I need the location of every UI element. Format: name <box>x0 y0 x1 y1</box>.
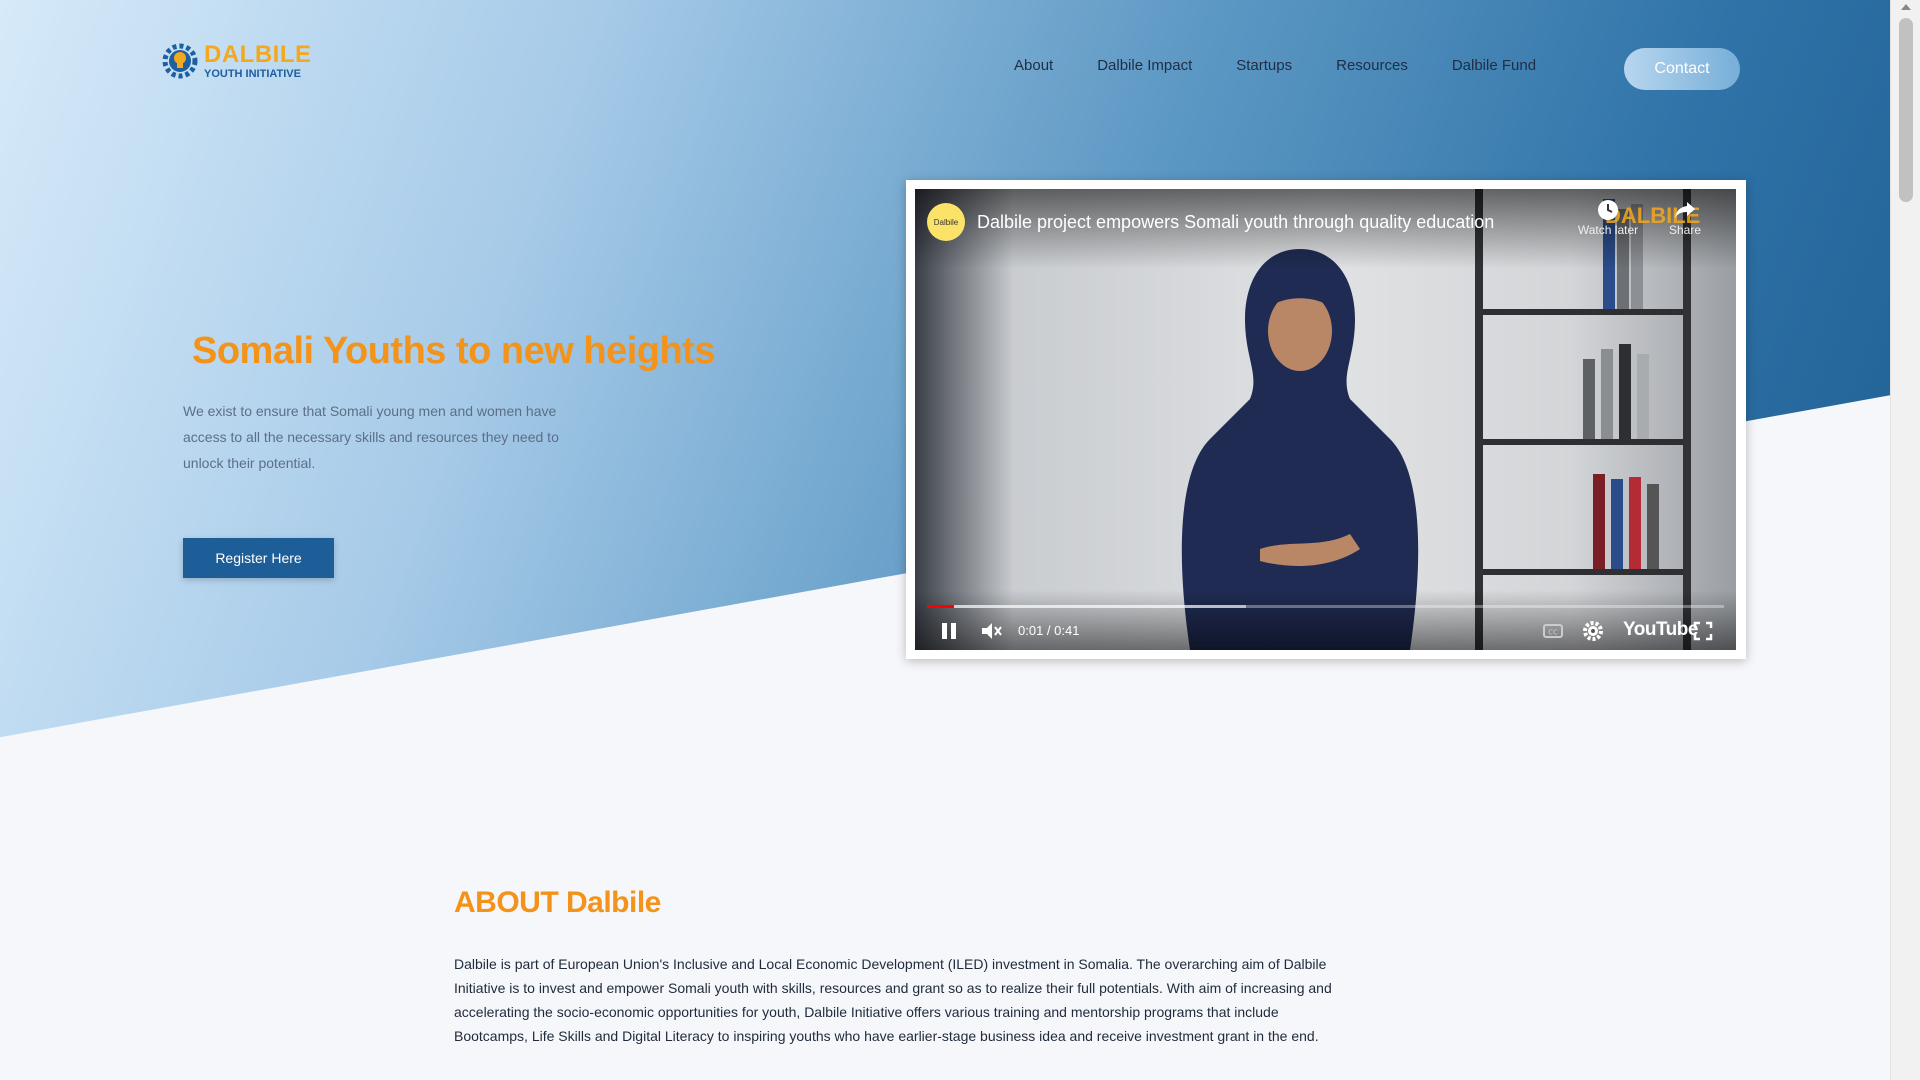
main-nav: About Dalbile Impact Startups Resources … <box>1014 57 1580 74</box>
page: DALBILE YOUTH INITIATIVE About Dalbile I… <box>0 0 1890 1080</box>
share-button[interactable]: Share <box>1660 199 1710 237</box>
progress-bar[interactable] <box>927 605 1724 608</box>
video-embed: Dalbile Dalbile project empowers Somali … <box>906 180 1746 659</box>
mute-icon[interactable] <box>979 620 1003 642</box>
scroll-thumb[interactable] <box>1899 18 1913 202</box>
progress-loaded <box>927 605 1246 608</box>
video-player[interactable]: Dalbile Dalbile project empowers Somali … <box>915 189 1736 650</box>
video-title[interactable]: Dalbile project empowers Somali youth th… <box>977 212 1494 233</box>
scroll-up-arrow-icon[interactable] <box>1901 4 1911 10</box>
settings-gear-icon[interactable] <box>1582 620 1604 642</box>
hero-title: Somali Youths to new heights <box>192 330 715 372</box>
share-arrow-icon <box>1675 202 1695 218</box>
lightbulb-gear-icon <box>162 43 198 79</box>
video-time: 0:01 / 0:41 <box>1018 623 1080 638</box>
nav-dalbile-fund[interactable]: Dalbile Fund <box>1452 57 1536 74</box>
clock-icon <box>1598 200 1618 220</box>
captions-icon[interactable]: CC <box>1542 620 1564 642</box>
hero-text: We exist to ensure that Somali young men… <box>183 403 559 471</box>
about-title: ABOUT Dalbile <box>454 886 661 919</box>
logo-subtitle: YOUTH INITIATIVE <box>204 67 301 80</box>
logo-title: DALBILE <box>204 40 312 68</box>
video-controls: 0:01 / 0:41 CC YouTube <box>915 590 1736 650</box>
svg-text:CC: CC <box>1548 629 1558 637</box>
register-button[interactable]: Register Here <box>183 538 334 578</box>
contact-button[interactable]: Contact <box>1624 48 1740 90</box>
fullscreen-icon[interactable] <box>1692 620 1714 642</box>
site-logo[interactable]: DALBILE YOUTH INITIATIVE <box>160 40 312 82</box>
watch-later-label: Watch later <box>1577 223 1639 237</box>
nav-startups[interactable]: Startups <box>1236 57 1292 74</box>
share-label: Share <box>1668 223 1702 237</box>
pause-icon[interactable] <box>939 620 959 642</box>
progress-played <box>927 605 955 608</box>
page-scrollbar[interactable] <box>1890 0 1920 1080</box>
nav-resources[interactable]: Resources <box>1336 57 1408 74</box>
about-text: Dalbile is part of European Union's Incl… <box>454 956 1332 1044</box>
watch-later-button[interactable]: Watch later <box>1563 199 1653 237</box>
nav-about[interactable]: About <box>1014 57 1053 74</box>
channel-avatar[interactable]: Dalbile <box>927 203 965 241</box>
nav-dalbile-impact[interactable]: Dalbile Impact <box>1097 57 1192 74</box>
youtube-logo[interactable]: YouTube <box>1623 619 1698 641</box>
